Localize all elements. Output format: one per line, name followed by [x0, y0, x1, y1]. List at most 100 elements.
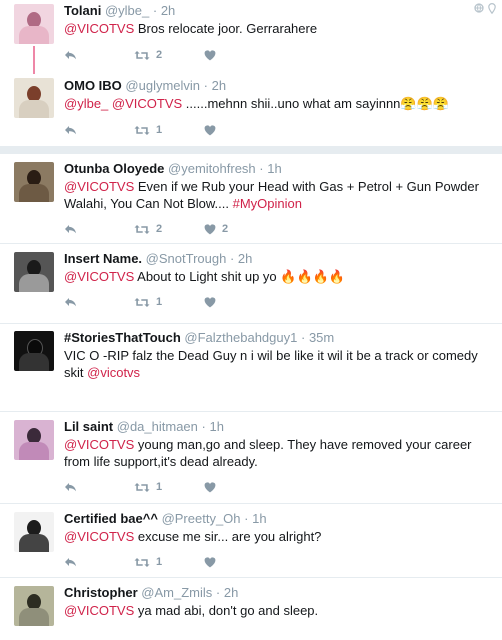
display-name[interactable]: Christopher — [64, 585, 138, 600]
reply-button[interactable] — [64, 50, 134, 60]
username[interactable]: @yemitohfresh — [168, 161, 256, 176]
mention-link[interactable]: @VICOTVS — [64, 21, 134, 36]
retweet-button[interactable]: 1 — [134, 296, 204, 308]
mention-link[interactable]: @vicotvs — [87, 365, 140, 380]
tweet[interactable]: Certified bae^^ @Preetty_Oh · 1h @VICOTV… — [0, 504, 502, 578]
reply-button[interactable] — [64, 557, 134, 567]
like-button[interactable] — [204, 481, 274, 493]
avatar[interactable] — [14, 420, 54, 460]
tweet[interactable]: Tolani @ylbe_ · 2h @VICOTVS Bros relocat… — [0, 0, 502, 64]
tweet[interactable]: OMO IBO @uglymelvin · 2h @ylbe_ @VICOTVS… — [0, 76, 502, 146]
mention-link[interactable]: @VICOTVS — [64, 269, 134, 284]
timestamp[interactable]: 2h — [212, 78, 226, 93]
tweet[interactable]: Lil saint @da_hitmaen · 1h @VICOTVS youn… — [0, 412, 502, 504]
tweet-text: @VICOTVS About to Light shit up yo 🔥🔥🔥🔥 — [64, 269, 346, 284]
tweet[interactable]: #StoriesThatTouch @Falzthebahdguy1 · 35m… — [0, 324, 502, 412]
tweet-header: Tolani @ylbe_ · 2h — [64, 3, 176, 18]
retweet-count: 1 — [156, 124, 163, 136]
heart-icon — [204, 49, 216, 60]
tweet-text: @ylbe_ @VICOTVS ......mehnn shii..uno wh… — [64, 96, 449, 111]
mention-link[interactable]: @VICOTVS — [64, 529, 134, 544]
display-name[interactable]: OMO IBO — [64, 78, 122, 93]
retweet-button[interactable]: 2 — [134, 223, 204, 235]
tweet-actions: 1 — [64, 119, 494, 141]
mention-link[interactable]: @VICOTVS — [64, 179, 134, 194]
like-button[interactable] — [204, 124, 274, 136]
hashtag-link[interactable]: #MyOpinion — [233, 196, 302, 211]
tweet-actions: 1 — [64, 291, 494, 313]
display-name[interactable]: #StoriesThatTouch — [64, 330, 181, 345]
mention-link[interactable]: @ylbe_ — [64, 96, 108, 111]
heart-icon — [204, 223, 216, 234]
like-count: 2 — [222, 223, 229, 235]
heart-icon — [204, 556, 216, 567]
tweet-actions: 1 — [64, 476, 494, 498]
avatar[interactable] — [14, 512, 54, 552]
mention-link[interactable]: @VICOTVS — [64, 603, 134, 618]
display-name[interactable]: Otunba Oloyede — [64, 161, 164, 176]
avatar[interactable] — [14, 4, 54, 44]
username[interactable]: @SnotTrough — [146, 251, 227, 266]
avatar[interactable] — [14, 586, 54, 626]
tweet-header: Certified bae^^ @Preetty_Oh · 1h — [64, 511, 267, 526]
timestamp[interactable]: 2h — [238, 251, 252, 266]
retweet-icon — [134, 297, 150, 307]
username[interactable]: @da_hitmaen — [117, 419, 198, 434]
reply-icon — [65, 225, 76, 234]
tweet-text: @VICOTVS young man,go and sleep. They ha… — [64, 437, 472, 469]
like-button[interactable]: 2 — [204, 223, 274, 235]
timestamp[interactable]: 1h — [267, 161, 281, 176]
tweet-actions: 2 — [64, 44, 494, 66]
avatar[interactable] — [14, 162, 54, 202]
retweet-count: 2 — [156, 223, 163, 235]
tweet-actions: 1 — [64, 551, 494, 573]
tweet[interactable]: Otunba Oloyede @yemitohfresh · 1h @VICOT… — [0, 154, 502, 244]
tweet-header: Insert Name. @SnotTrough · 2h — [64, 251, 253, 266]
display-name[interactable]: Tolani — [64, 3, 101, 18]
username[interactable]: @Am_Zmils — [141, 585, 212, 600]
avatar[interactable] — [14, 78, 54, 118]
reply-icon — [65, 558, 76, 567]
tweet-text: VIC O -RIP falz the Dead Guy n i wil be … — [64, 348, 478, 380]
mention-link[interactable]: @VICOTVS — [112, 96, 182, 111]
retweet-button[interactable]: 1 — [134, 556, 204, 568]
display-name[interactable]: Insert Name. — [64, 251, 142, 266]
tweet[interactable]: Insert Name. @SnotTrough · 2h @VICOTVS A… — [0, 244, 502, 324]
reply-button[interactable] — [64, 224, 134, 234]
timestamp[interactable]: 2h — [224, 585, 238, 600]
retweet-count: 1 — [156, 296, 163, 308]
retweet-icon — [134, 482, 150, 492]
reply-button[interactable] — [64, 297, 134, 307]
tweet-text: @VICOTVS Even if we Rub your Head with G… — [64, 179, 479, 211]
like-button[interactable] — [204, 296, 274, 308]
retweet-button[interactable]: 2 — [134, 49, 204, 61]
tweet-actions: 2 2 — [64, 218, 494, 240]
display-name[interactable]: Lil saint — [64, 419, 113, 434]
reply-button[interactable] — [64, 482, 134, 492]
avatar[interactable] — [14, 252, 54, 292]
timestamp[interactable]: 1h — [252, 511, 266, 526]
like-button[interactable] — [204, 49, 274, 61]
heart-icon — [204, 124, 216, 135]
tweet-header: Lil saint @da_hitmaen · 1h — [64, 419, 224, 434]
retweet-icon — [134, 557, 150, 567]
timestamp[interactable]: 35m — [309, 330, 334, 345]
avatar[interactable] — [14, 331, 54, 371]
timestamp[interactable]: 2h — [161, 3, 175, 18]
tweet-text: @VICOTVS excuse me sir... are you alrigh… — [64, 529, 322, 544]
tweet[interactable]: Christopher @Am_Zmils · 2h @VICOTVS ya m… — [0, 578, 502, 640]
username[interactable]: @ylbe_ — [105, 3, 149, 18]
retweet-button[interactable]: 1 — [134, 124, 204, 136]
retweet-button[interactable]: 1 — [134, 481, 204, 493]
retweet-icon — [134, 224, 150, 234]
display-name[interactable]: Certified bae^^ — [64, 511, 158, 526]
like-button[interactable] — [204, 556, 274, 568]
username[interactable]: @Falzthebahdguy1 — [184, 330, 297, 345]
username[interactable]: @uglymelvin — [125, 78, 200, 93]
replies-feed: Tolani @ylbe_ · 2h @VICOTVS Bros relocat… — [0, 0, 502, 640]
reply-button[interactable] — [64, 125, 134, 135]
timestamp[interactable]: 1h — [209, 419, 223, 434]
mention-link[interactable]: @VICOTVS — [64, 437, 134, 452]
username[interactable]: @Preetty_Oh — [162, 511, 241, 526]
retweet-count: 2 — [156, 49, 163, 61]
